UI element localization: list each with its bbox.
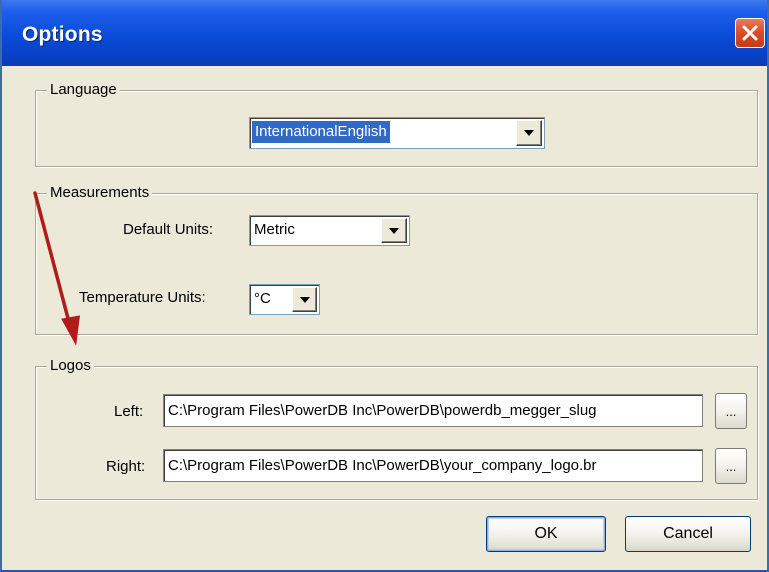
options-dialog: Options Language InternationalEnglish Me… xyxy=(0,0,769,572)
cancel-button[interactable]: Cancel xyxy=(625,516,751,552)
language-group-label: Language xyxy=(47,81,120,99)
right-logo-path-value: C:\Program Files\PowerDB Inc\PowerDB\you… xyxy=(168,457,597,474)
temperature-units-value: °C xyxy=(254,290,271,307)
temperature-units-select[interactable]: °C xyxy=(249,284,320,315)
measurements-group-label: Measurements xyxy=(47,184,153,202)
ok-button[interactable]: OK xyxy=(486,516,606,552)
default-units-select[interactable]: Metric xyxy=(249,215,410,246)
language-select[interactable]: InternationalEnglish xyxy=(249,117,545,149)
temperature-units-dropdown-button[interactable] xyxy=(292,287,317,312)
default-units-dropdown-button[interactable] xyxy=(381,218,407,243)
chevron-down-icon xyxy=(299,296,310,303)
chevron-down-icon xyxy=(524,130,534,136)
left-logo-path-input[interactable]: C:\Program Files\PowerDB Inc\PowerDB\pow… xyxy=(163,394,703,427)
left-logo-browse-button[interactable]: ... xyxy=(715,393,747,429)
left-logo-label: Left: xyxy=(114,403,144,420)
language-dropdown-button[interactable] xyxy=(516,120,542,146)
language-select-value: InternationalEnglish xyxy=(252,121,390,143)
logos-group-label: Logos xyxy=(47,357,94,375)
right-logo-browse-button[interactable]: ... xyxy=(715,448,747,484)
title-bar[interactable]: Options xyxy=(2,0,767,66)
default-units-value: Metric xyxy=(254,221,295,238)
temperature-units-label: Temperature Units: xyxy=(79,289,206,306)
default-units-label: Default Units: xyxy=(123,221,214,238)
right-logo-label: Right: xyxy=(106,458,146,475)
chevron-down-icon xyxy=(389,227,399,234)
right-logo-path-input[interactable]: C:\Program Files\PowerDB Inc\PowerDB\you… xyxy=(163,449,703,482)
dialog-title: Options xyxy=(22,23,103,46)
left-logo-path-value: C:\Program Files\PowerDB Inc\PowerDB\pow… xyxy=(168,402,597,419)
close-button[interactable] xyxy=(735,18,765,48)
close-x-icon xyxy=(742,25,758,41)
